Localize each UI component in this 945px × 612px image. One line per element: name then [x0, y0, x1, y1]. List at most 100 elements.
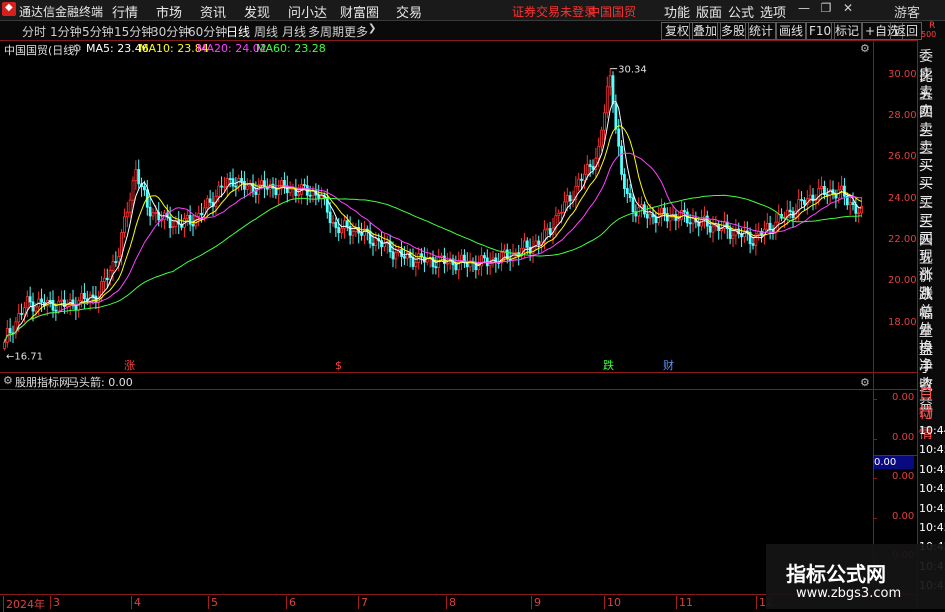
candle-body: [648, 213, 652, 219]
current-stock-name: 中国国贸: [588, 5, 637, 19]
back-button[interactable]: 返回: [890, 22, 923, 40]
candle-body: [185, 215, 189, 219]
menu-layout[interactable]: 版面: [696, 2, 722, 21]
candle-body: [263, 180, 266, 189]
candle-body: [628, 193, 632, 199]
candle-body: [445, 262, 449, 265]
y-tick-label: 26.00: [888, 151, 917, 163]
candle-body: [114, 261, 118, 263]
candle-body: [360, 232, 363, 236]
candle-body: [331, 221, 335, 224]
period-daily[interactable]: 日线: [226, 23, 250, 40]
candle-body: [340, 227, 343, 234]
period-multi[interactable]: 多周期: [308, 23, 344, 40]
candle-body: [220, 185, 223, 188]
stats-button[interactable]: 统计: [745, 22, 778, 40]
candle-body: [583, 173, 586, 181]
period-60min[interactable]: 60分钟: [188, 23, 227, 40]
y-tick-label: 24.00: [888, 192, 917, 204]
candle-body: [614, 103, 618, 130]
candle-body: [205, 198, 209, 209]
x-axis-label: 6: [286, 596, 296, 609]
candle-body: [768, 222, 772, 230]
x-axis-label: 2024年: [3, 596, 45, 612]
panel-time-0: 10:44: [919, 424, 945, 437]
period-monthly[interactable]: 月线: [282, 23, 306, 40]
trade-login-notice[interactable]: 证券交易未登录: [512, 3, 596, 20]
period-more[interactable]: 更多: [344, 23, 368, 40]
candle-body: [51, 300, 55, 311]
restore-icon[interactable]: ❐: [818, 1, 834, 17]
close-icon[interactable]: ✕: [840, 1, 856, 17]
period-30min[interactable]: 30分钟: [151, 23, 190, 40]
candle-body: [334, 221, 338, 228]
period-1min[interactable]: 1分钟: [50, 23, 82, 40]
minimize-icon[interactable]: —: [796, 1, 812, 17]
more-arrow-icon[interactable]: ❯: [368, 23, 376, 34]
menu-functions[interactable]: 功能: [664, 2, 690, 21]
candle-body: [94, 295, 98, 304]
event-mark[interactable]: 涨: [124, 359, 135, 372]
menu-trade[interactable]: 交易: [396, 2, 422, 21]
candle-body: [700, 218, 703, 227]
candle-body: [243, 181, 246, 190]
candle-body: [228, 178, 232, 180]
candle-body: [617, 128, 621, 147]
sub-settings-icon[interactable]: ⚙: [3, 374, 13, 387]
panel-time-4: 10:45: [919, 501, 945, 515]
period-timeshare[interactable]: 分时: [22, 23, 46, 40]
candle-body: [123, 216, 126, 233]
candle-body: [597, 145, 601, 159]
candle-body: [231, 178, 235, 187]
period-15min[interactable]: 15分钟: [114, 23, 153, 40]
menu-discover[interactable]: 发现: [244, 2, 270, 21]
event-mark[interactable]: $: [335, 359, 342, 372]
candle-body: [851, 202, 855, 205]
candle-body: [663, 207, 666, 214]
period-5min[interactable]: 5分钟: [82, 23, 114, 40]
period-weekly[interactable]: 周线: [254, 23, 278, 40]
candle-body: [848, 202, 852, 206]
event-mark[interactable]: 跌: [603, 358, 614, 372]
candle-body: [843, 185, 846, 197]
candlestick-chart[interactable]: 30.34 ←16.71 涨 $ 跌 财: [0, 40, 873, 373]
candle-body: [403, 256, 406, 259]
candle-body: [788, 209, 792, 212]
y-tick-label: 28.00: [888, 110, 917, 121]
event-mark[interactable]: 财: [663, 358, 674, 372]
candle-body: [283, 180, 286, 187]
sub-chart-settings-icon[interactable]: ⚙: [860, 376, 870, 389]
menu-quotes[interactable]: 行情: [112, 2, 138, 21]
candle-body: [8, 328, 12, 334]
y-tick-label: 22.00: [888, 234, 917, 245]
candle-body: [117, 255, 121, 263]
menu-options[interactable]: 选项: [760, 2, 786, 21]
candle-body: [308, 194, 312, 197]
guest-user[interactable]: 游客: [894, 2, 920, 21]
candle-body: [374, 238, 378, 246]
menu-wealth[interactable]: 财富圈: [340, 2, 379, 21]
menu-formula[interactable]: 公式: [728, 2, 754, 21]
panel-time-2: 10:45: [919, 462, 945, 476]
draw-line-button[interactable]: 画线: [775, 22, 808, 40]
mark-button[interactable]: 标记: [831, 22, 864, 40]
candle-body: [188, 215, 192, 225]
candle-body: [803, 199, 806, 205]
panel-label-20[interactable]: 行情: [919, 403, 945, 443]
candle-body: [434, 266, 438, 269]
candle-body: [317, 194, 321, 199]
menu-xiaoda[interactable]: 问小达: [288, 2, 327, 21]
candle-body: [688, 222, 692, 225]
candle-body: [34, 306, 38, 312]
min-price-label: ←16.71: [6, 351, 43, 362]
candle-body: [197, 212, 201, 217]
menu-market[interactable]: 市场: [156, 2, 182, 21]
candle-body: [343, 220, 346, 229]
menu-news[interactable]: 资讯: [200, 2, 226, 21]
candle-body: [483, 255, 486, 259]
candle-body: [60, 299, 63, 302]
sub-chart-title[interactable]: 股朋指标网: [15, 374, 70, 390]
panel-corner-500: 500: [921, 30, 937, 39]
candle-body: [591, 166, 595, 170]
candle-body: [563, 201, 566, 213]
